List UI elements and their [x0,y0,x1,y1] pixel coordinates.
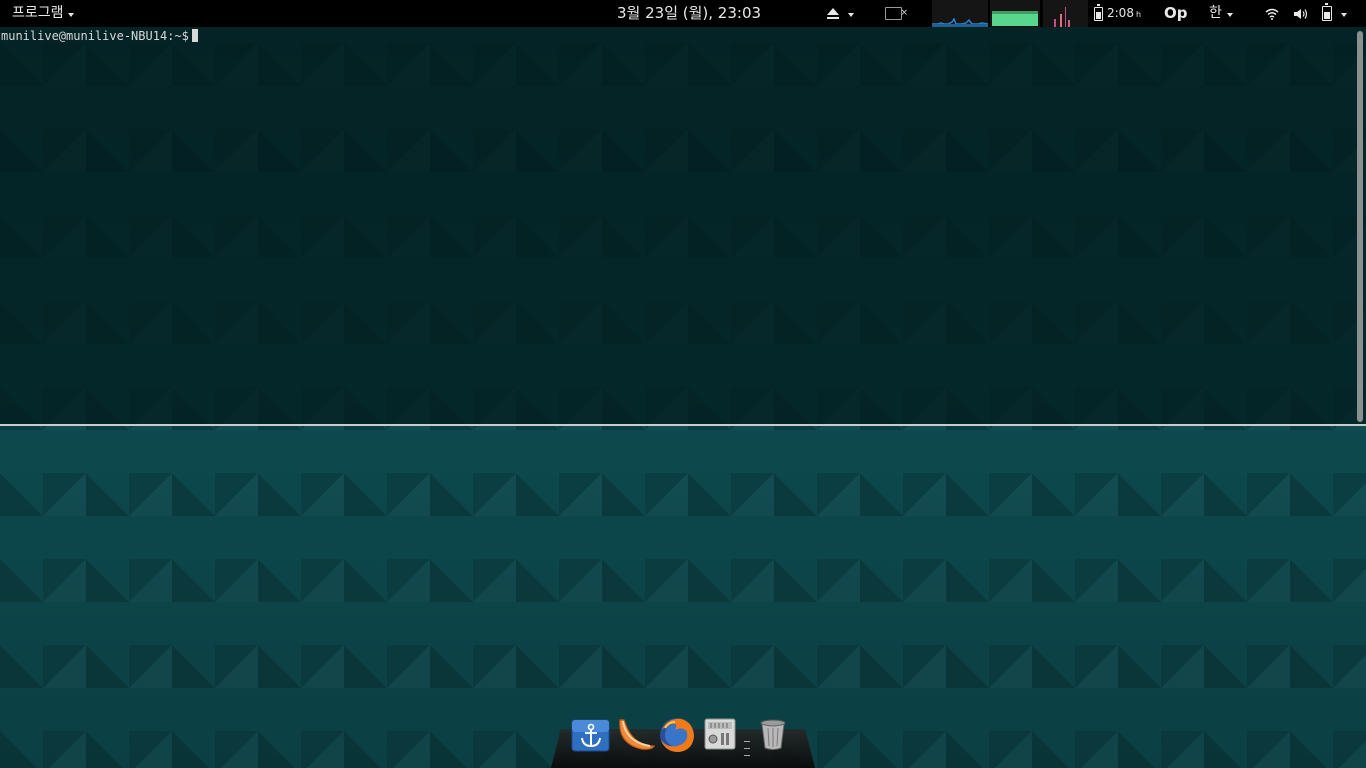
clock[interactable]: 3월 23일 (월), 23:03 [617,0,761,27]
removable-devices-menu[interactable] [826,0,854,27]
display-indicator[interactable] [885,0,908,27]
memory-monitor-graph[interactable] [990,0,1040,27]
input-method-menu[interactable]: 한 [1209,0,1233,27]
input-method-label: 한 [1209,5,1222,21]
firefox-icon [660,718,694,752]
dock-item-anchor[interactable] [571,718,611,758]
dock-item-firefox[interactable] [657,716,697,756]
wifi-icon [1265,8,1279,20]
network-monitor-graph[interactable] [1043,0,1088,27]
network-graph-svg [1054,7,1070,27]
orange-slice-icon [619,719,655,750]
display-icon [885,0,908,27]
terminal-window[interactable]: munilive@munilive-NBU14:~$ [0,27,1366,425]
settings-panel-icon [704,718,736,750]
volume-indicator[interactable] [1293,0,1308,27]
terminal-prompt: munilive@munilive-NBU14:~$ [1,29,189,43]
chevron-down-icon [1341,13,1347,17]
applications-menu[interactable]: 프로그램 [12,0,74,27]
eject-icon [826,7,840,21]
chevron-down-icon [848,13,854,17]
applications-menu-label: 프로그램 [12,5,64,21]
dock-separator [744,735,750,759]
cpu-graph-svg [932,17,988,27]
terminal-bottom-border [0,424,1366,426]
dock-item-orange-app[interactable] [614,716,655,756]
anchor-icon [571,719,610,752]
volume-icon [1294,8,1308,19]
op-indicator[interactable]: Op [1164,0,1188,27]
terminal-scrollbar[interactable] [1357,31,1363,422]
clock-text: 3월 23일 (월), 23:03 [617,4,762,22]
op-label: Op [1164,4,1188,22]
trash-icon [760,719,786,750]
battery-indicator[interactable]: 2:08 h [1094,0,1141,27]
battery-icon [1322,3,1332,21]
network-indicator[interactable] [1265,0,1279,27]
battery-time-text: 2:08 [1107,6,1134,20]
battery-icon [1094,3,1103,21]
chevron-down-icon [67,13,74,17]
chevron-down-icon [1226,13,1233,17]
terminal-prompt-line[interactable]: munilive@munilive-NBU14:~$ [1,28,198,44]
top-panel: 프로그램 3월 23일 (월), 23:03 × 2:08 h Op 한 [0,0,1366,27]
cpu-monitor-graph[interactable] [932,0,988,27]
terminal-cursor [191,29,198,42]
battery-time-unit: h [1135,10,1142,19]
dock-item-trash[interactable] [755,717,795,757]
power-menu[interactable] [1322,0,1347,27]
dock-item-settings[interactable] [702,717,742,757]
desktop-wallpaper: 프로그램 3월 23일 (월), 23:03 × 2:08 h Op 한 mun… [0,0,1366,768]
memory-graph-svg [992,11,1038,26]
